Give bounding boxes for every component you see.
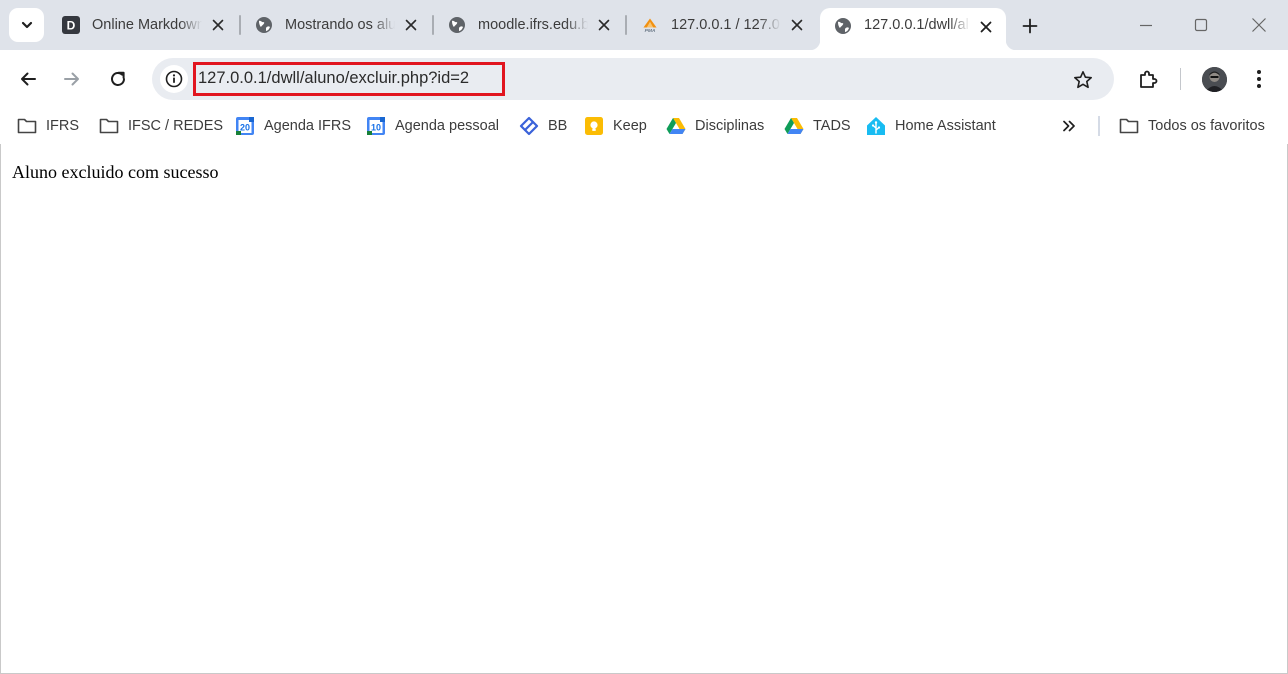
bookmark-label: TADS xyxy=(813,118,851,134)
folder-icon xyxy=(99,116,119,136)
minimize-icon xyxy=(1140,24,1152,27)
kebab-menu-icon xyxy=(1257,70,1261,88)
bookmark-label: IFSC / REDES xyxy=(128,118,224,134)
toolbar-divider xyxy=(1180,68,1181,90)
site-info-button[interactable] xyxy=(160,65,188,93)
tab-phpmyadmin[interactable]: PMA 127.0.0.1 / 127.0.0.1 xyxy=(627,8,817,42)
bookmarks-divider xyxy=(1098,116,1100,136)
google-calendar-icon: 20 xyxy=(235,116,255,136)
tab-title: 127.0.0.1/dwll/aluno/excluir.php?id=2 xyxy=(864,17,970,33)
reload-icon xyxy=(111,71,125,86)
bookmark-label: Agenda pessoal xyxy=(395,118,499,134)
tab-title: Online Markdown Editor xyxy=(92,17,202,33)
address-bar[interactable]: 127.0.0.1/dwll/aluno/excluir.php?id=2 xyxy=(152,58,1114,100)
tab-title: 127.0.0.1 / 127.0.0.1 xyxy=(671,17,781,33)
dillinger-favicon: D xyxy=(62,16,80,34)
plus-icon xyxy=(1022,18,1038,34)
home-assistant-icon xyxy=(866,116,886,136)
url-highlight-box xyxy=(193,62,505,96)
close-tab-icon[interactable] xyxy=(401,15,421,35)
globe-icon xyxy=(448,16,466,34)
puzzle-icon xyxy=(1140,70,1158,88)
close-tab-icon[interactable] xyxy=(208,15,228,35)
maximize-icon xyxy=(1194,18,1208,32)
close-tab-icon[interactable] xyxy=(594,15,614,35)
bookmark-label: Home Assistant xyxy=(895,118,996,134)
folder-icon xyxy=(17,116,37,136)
profile-avatar[interactable] xyxy=(1202,67,1227,92)
bookmark-home-assistant[interactable]: Home Assistant xyxy=(866,114,996,138)
maximize-button[interactable] xyxy=(1181,10,1221,40)
success-message: Aluno excluido com sucesso xyxy=(12,162,219,182)
tab-online-markdown[interactable]: D Online Markdown Editor xyxy=(48,8,238,42)
arrow-left-icon xyxy=(21,72,36,86)
info-icon xyxy=(165,70,183,88)
chevron-down-icon xyxy=(21,21,32,29)
tab-title: Mostrando os alunos xyxy=(285,17,395,33)
tab-title: moodle.ifrs.edu.br xyxy=(478,17,588,33)
reload-button[interactable] xyxy=(101,62,135,96)
bookmark-bb[interactable]: BB xyxy=(519,114,567,138)
bookmark-agenda-ifrs[interactable]: 20 Agenda IFRS xyxy=(235,114,351,138)
bookmark-label: BB xyxy=(548,118,568,134)
svg-text:D: D xyxy=(67,19,76,33)
back-button[interactable] xyxy=(11,62,45,96)
close-window-button[interactable] xyxy=(1239,10,1279,40)
bookmark-disciplinas[interactable]: Disciplinas xyxy=(666,114,764,138)
bookmark-label: Agenda IFRS xyxy=(264,118,352,134)
new-tab-button[interactable] xyxy=(1016,12,1044,40)
calendar-day-badge: 10 xyxy=(371,123,381,133)
bookmark-label: Disciplinas xyxy=(695,118,765,134)
bookmark-ifrs[interactable]: IFRS xyxy=(17,114,79,138)
bookmark-star-button[interactable] xyxy=(1070,67,1096,93)
browser-toolbar: 127.0.0.1/dwll/aluno/excluir.php?id=2 xyxy=(0,50,1288,108)
star-icon xyxy=(1074,71,1092,89)
more-bookmarks-button[interactable] xyxy=(1058,116,1080,136)
bookmark-label: Keep xyxy=(613,118,647,134)
close-tab-icon[interactable] xyxy=(976,17,996,37)
bookmark-ifsc-redes[interactable]: IFSC / REDES xyxy=(99,114,223,138)
double-chevron-right-icon xyxy=(1063,120,1075,132)
google-drive-icon xyxy=(784,116,804,136)
bookmarks-bar: IFRS IFSC / REDES 20 Agenda IFRS 10 Agen… xyxy=(0,108,1288,144)
close-tab-icon[interactable] xyxy=(787,15,807,35)
google-drive-icon xyxy=(666,116,686,136)
forward-button[interactable] xyxy=(55,62,89,96)
tab-strip: D Online Markdown Editor Mostrando os al… xyxy=(0,0,1288,50)
svg-text:PMA: PMA xyxy=(645,28,656,34)
minimize-button[interactable] xyxy=(1126,10,1166,40)
phpmyadmin-favicon: PMA xyxy=(641,16,659,34)
bookmark-label: Todos os favoritos xyxy=(1148,118,1265,134)
tab-mostrando-alunos[interactable]: Mostrando os alunos xyxy=(241,8,431,42)
bookmark-tads[interactable]: TADS xyxy=(784,114,851,138)
bookmark-label: IFRS xyxy=(46,118,80,134)
page-viewport: Aluno excluido com sucesso xyxy=(0,144,1288,674)
google-keep-icon xyxy=(584,116,604,136)
banco-do-brasil-icon xyxy=(519,116,539,136)
calendar-day-badge: 20 xyxy=(240,123,250,133)
globe-icon xyxy=(834,17,852,35)
tab-moodle[interactable]: moodle.ifrs.edu.br xyxy=(434,8,624,42)
arrow-right-icon xyxy=(64,72,79,86)
globe-icon xyxy=(255,16,273,34)
tab-excluir-active[interactable]: 127.0.0.1/dwll/aluno/excluir.php?id=2 xyxy=(810,8,1016,50)
tab-search-button[interactable] xyxy=(9,8,44,42)
bookmark-keep[interactable]: Keep xyxy=(584,114,647,138)
browser-menu-button[interactable] xyxy=(1242,62,1276,96)
all-bookmarks-folder[interactable]: Todos os favoritos xyxy=(1119,114,1265,138)
google-calendar-icon: 10 xyxy=(366,116,386,136)
extensions-button[interactable] xyxy=(1131,62,1165,96)
bookmark-agenda-pessoal[interactable]: 10 Agenda pessoal xyxy=(366,114,499,138)
close-icon xyxy=(1252,18,1266,32)
folder-icon xyxy=(1119,116,1139,136)
